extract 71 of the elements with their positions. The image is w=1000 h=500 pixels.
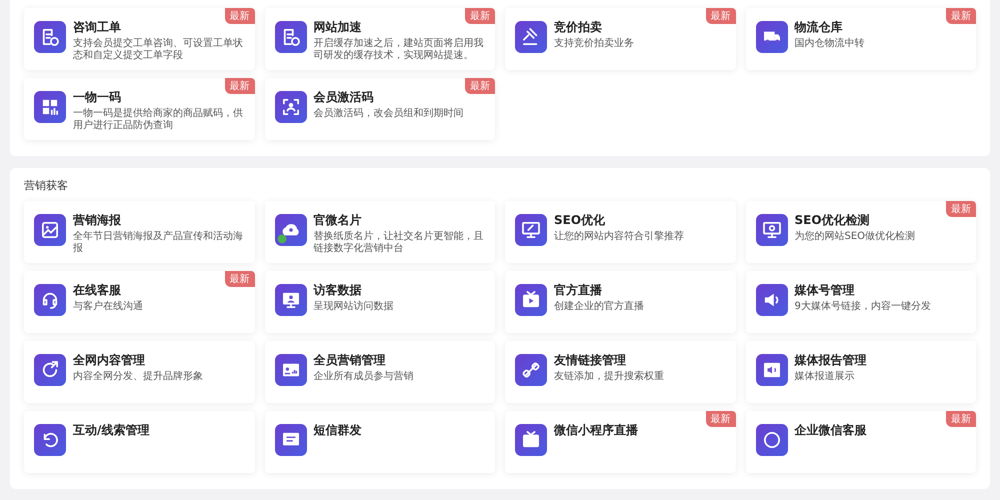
- undo-icon: [34, 424, 66, 456]
- card-description: 支持竞价拍卖业务: [554, 38, 634, 50]
- scan-frame-icon: [274, 91, 306, 123]
- new-badge: 最新: [946, 201, 976, 217]
- card-description: 一物一码是提供给商家的商品赋码，供用户进行正品防伪查询: [73, 108, 244, 132]
- card-title: 营销海报: [73, 212, 122, 229]
- new-badge: 最新: [224, 8, 254, 24]
- card-title: 全员营销管理: [314, 352, 386, 369]
- card-description: 媒体报道展示: [794, 371, 856, 383]
- headset-icon: [34, 284, 66, 316]
- grid-icon: [34, 91, 66, 123]
- card-title: 媒体报告管理: [794, 352, 866, 369]
- card-title: 咨询工单: [73, 19, 122, 36]
- card-title: 会员激活码: [314, 89, 374, 106]
- image-icon: [34, 214, 66, 246]
- card-description: 开启缓存加速之后，建站页面将启用我司研发的缓存技术，实现网站提速。: [314, 38, 484, 62]
- card-description: 企业所有成员参与营销: [314, 371, 414, 383]
- new-badge: 最新: [224, 271, 254, 287]
- card-description: 支持会员提交工单咨询、可设置工单状态和自定义提交工单字段: [73, 38, 244, 62]
- card-description: 国内仓物流中转: [794, 38, 864, 50]
- card-title: 官方直播: [554, 282, 603, 299]
- card-description: 为您的网站SEO做优化检测: [794, 231, 916, 243]
- card-title: 短信群发: [314, 422, 362, 439]
- card-title: 媒体号管理: [794, 282, 856, 299]
- truck-icon: [756, 21, 788, 53]
- screen-speaker-icon: [756, 354, 788, 386]
- new-badge: 最新: [465, 8, 495, 24]
- card-description: 与客户在线沟通: [73, 301, 143, 313]
- new-badge: 最新: [465, 78, 495, 94]
- monitor-icon: [515, 214, 547, 246]
- monitor-user-icon: [274, 284, 306, 316]
- card-title: 物流仓库: [794, 19, 844, 36]
- card-title: SEO优化检测: [794, 212, 871, 229]
- card-title: 官微名片: [314, 212, 362, 229]
- card-description: 会员激活码，改会员组和到期时间: [314, 108, 464, 120]
- new-badge: 最新: [946, 411, 976, 427]
- card-title: 互动/线索管理: [73, 422, 150, 439]
- new-badge: 最新: [224, 78, 254, 94]
- card-title: 企业微信客服: [794, 422, 866, 439]
- gavel-icon: [515, 21, 547, 53]
- card-title: 访客数据: [314, 282, 362, 299]
- link-icon: [515, 354, 547, 386]
- card-title: SEO优化: [554, 212, 606, 229]
- card-title: 友情链接管理: [554, 352, 627, 369]
- new-badge: 最新: [706, 8, 736, 24]
- cloud-user-icon: [274, 214, 306, 246]
- message-icon: [274, 424, 306, 456]
- id-card-icon: [274, 354, 306, 386]
- section-title: 营销获客: [24, 178, 69, 193]
- speaker-icon: [756, 284, 788, 316]
- card-title: 微信小程序直播: [554, 422, 638, 439]
- new-badge: 最新: [706, 411, 736, 427]
- tv-icon: [515, 424, 547, 456]
- card-description: 替换纸质名片，让社交名片更智能，且链接数字化营销中台: [314, 231, 484, 255]
- document-clock-icon: [274, 21, 306, 53]
- card-description: 内容全网分发、提升品牌形象: [73, 371, 203, 383]
- card-title: 全网内容管理: [73, 352, 146, 369]
- card-title: 在线客服: [73, 282, 122, 299]
- card-description: 9大媒体号链接，内容一键分发: [794, 301, 931, 313]
- card-title: 一物一码: [73, 89, 122, 106]
- card-description: 全年节日营销海报及产品宣传和活动海报: [73, 231, 244, 255]
- card-description: 让您的网站内容符合引擎推荐: [554, 231, 684, 243]
- card-description: 友链添加，提升搜索权重: [554, 371, 664, 383]
- card-title: 网站加速: [314, 19, 362, 36]
- monitor-search-icon: [756, 214, 788, 246]
- document-clock-icon: [34, 21, 66, 53]
- tv-play-icon: [515, 284, 547, 316]
- card-description: 创建企业的官方直播: [554, 301, 644, 313]
- card-description: 呈现网站访问数据: [314, 301, 394, 313]
- new-badge: 最新: [946, 8, 976, 24]
- card-title: 竞价拍卖: [554, 19, 603, 36]
